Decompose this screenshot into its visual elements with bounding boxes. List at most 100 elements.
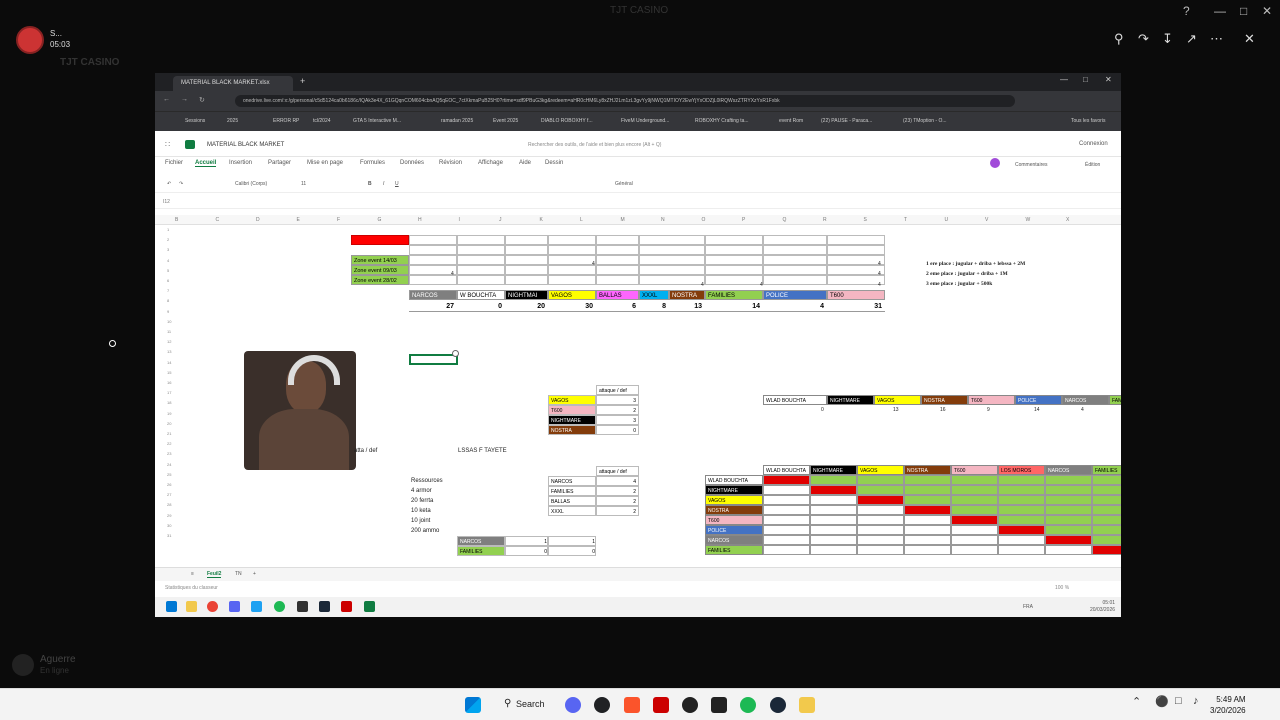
font-size-select[interactable]: 11 — [301, 181, 306, 187]
matrix-cell[interactable] — [857, 505, 904, 515]
attaque-value[interactable]: 3 — [596, 415, 639, 425]
matrix-cell[interactable] — [951, 505, 998, 515]
matrix-col-header[interactable]: NOSTRA — [904, 465, 951, 475]
matrix-row-header[interactable]: NARCOS — [705, 535, 763, 545]
attaque-team[interactable]: XXXL — [548, 506, 596, 516]
file-explorer-icon[interactable] — [799, 697, 815, 713]
ranking-header[interactable]: NOSTRA — [921, 395, 968, 405]
row-header[interactable]: 15 — [167, 370, 177, 375]
grid-cell[interactable] — [705, 235, 763, 245]
attaque-team[interactable]: NIGHTMARE — [548, 415, 596, 425]
network-icon[interactable]: □ — [1175, 695, 1182, 707]
matrix-row-header[interactable]: POLICE — [705, 525, 763, 535]
column-header[interactable]: E — [297, 217, 300, 223]
document-name[interactable]: MATERIAL BLACK MARKET — [207, 142, 284, 148]
row-header[interactable]: 26 — [167, 482, 177, 487]
matrix-cell[interactable] — [1045, 535, 1092, 545]
ribbon-tab-10[interactable]: Aide — [519, 160, 531, 166]
attaque-value[interactable]: 0 — [596, 425, 639, 435]
row-header[interactable]: 11 — [167, 329, 177, 334]
row-header[interactable]: 29 — [167, 513, 177, 518]
column-header[interactable]: J — [499, 217, 502, 223]
zone-label[interactable]: Zone event 09/03 — [351, 265, 409, 275]
matrix-row-header[interactable]: NOSTRA — [705, 505, 763, 515]
start-icon[interactable] — [465, 697, 481, 713]
spotify-icon[interactable] — [740, 697, 756, 713]
matrix-col-header[interactable]: VAGOS — [857, 465, 904, 475]
matrix-cell[interactable] — [763, 515, 810, 525]
bookmark-item[interactable]: Event 2025 — [493, 118, 518, 124]
column-header[interactable]: X — [1066, 217, 1069, 223]
matrix-cell[interactable] — [1092, 495, 1121, 505]
gang-score[interactable]: 0 — [457, 302, 505, 312]
row-header[interactable]: 30 — [167, 523, 177, 528]
gang-header-cell[interactable]: NIGHTMAI — [505, 290, 548, 300]
matrix-cell[interactable] — [763, 485, 810, 495]
matrix-cell[interactable] — [857, 515, 904, 525]
capcut-icon[interactable] — [711, 697, 727, 713]
attaque-team[interactable]: NARCOS — [548, 476, 596, 486]
grid-cell[interactable] — [763, 255, 827, 265]
matrix-cell[interactable] — [810, 475, 857, 485]
row-header[interactable]: 17 — [167, 390, 177, 395]
matrix-cell[interactable] — [904, 535, 951, 545]
grid-cell[interactable] — [705, 265, 763, 275]
column-header[interactable]: H — [418, 217, 422, 223]
bookmark-item[interactable]: tcl/2024 — [313, 118, 331, 124]
comments-button[interactable]: Commentaires — [1015, 162, 1048, 168]
matrix-cell[interactable] — [857, 535, 904, 545]
row-header[interactable]: 22 — [167, 441, 177, 446]
back-icon[interactable]: ← — [163, 96, 170, 103]
matrix-cell[interactable] — [857, 545, 904, 555]
chrome-icon[interactable] — [594, 697, 610, 713]
attaque-value[interactable]: 2 — [596, 496, 639, 506]
ribbon-tab-6[interactable]: Formules — [360, 160, 385, 166]
grid-cell[interactable] — [548, 275, 596, 285]
zoom-level[interactable]: 100 % — [1055, 585, 1069, 591]
grid-cell[interactable] — [596, 235, 639, 245]
grid-cell[interactable] — [639, 255, 705, 265]
pair-team[interactable]: FAMILIES — [457, 546, 505, 556]
matrix-cell[interactable] — [1092, 545, 1121, 555]
grid-cell[interactable] — [705, 245, 763, 255]
app-icon[interactable] — [682, 697, 698, 713]
app-launcher-icon[interactable]: ∷ — [165, 140, 170, 149]
matrix-cell[interactable] — [1092, 475, 1121, 485]
matrix-cell[interactable] — [951, 525, 998, 535]
matrix-cell[interactable] — [857, 475, 904, 485]
attaque-team[interactable]: T600 — [548, 405, 596, 415]
column-header[interactable]: P — [742, 217, 745, 223]
row-header[interactable]: 21 — [167, 431, 177, 436]
matrix-cell[interactable] — [951, 485, 998, 495]
gang-header-cell[interactable]: VAGOS — [548, 290, 596, 300]
url-field[interactable]: onedrive.live.com/:x:/g/personal/c5d5124… — [235, 95, 1015, 107]
matrix-cell[interactable] — [998, 535, 1045, 545]
gang-header-cell[interactable]: W BOUCHTA — [457, 290, 505, 300]
column-header[interactable]: D — [256, 217, 260, 223]
inner-steam-icon[interactable] — [319, 601, 330, 612]
column-header[interactable]: K — [540, 217, 543, 223]
add-sheet-icon[interactable]: + — [253, 571, 256, 577]
pair-team[interactable]: NARCOS — [457, 536, 505, 546]
grid-cell[interactable] — [639, 275, 705, 285]
row-header[interactable]: 16 — [167, 380, 177, 385]
column-header[interactable]: C — [216, 217, 220, 223]
inner-app2-icon[interactable] — [297, 601, 308, 612]
column-header[interactable]: V — [985, 217, 988, 223]
attaque-value[interactable]: 2 — [596, 405, 639, 415]
ribbon-tab-3[interactable]: Insertion — [229, 160, 252, 166]
ranking-header[interactable]: NARCOS — [1062, 395, 1109, 405]
sheet-tab[interactable]: TN — [235, 571, 242, 577]
row-header[interactable]: 28 — [167, 502, 177, 507]
gang-score[interactable]: 14 — [705, 302, 763, 312]
row-header[interactable]: 1 — [167, 227, 177, 232]
gang-header-cell[interactable]: FAMILIES — [705, 290, 763, 300]
attaque-value[interactable]: 2 — [596, 506, 639, 516]
grid-cell[interactable] — [548, 245, 596, 255]
gang-score[interactable]: 30 — [548, 302, 596, 312]
undo-icon[interactable]: ↶ — [167, 181, 171, 187]
forward-icon[interactable]: ↷ — [1138, 31, 1149, 47]
pair-value-a[interactable]: 1 — [505, 536, 548, 546]
grid-cell[interactable] — [505, 255, 548, 265]
row-header[interactable]: 4 — [167, 258, 177, 263]
